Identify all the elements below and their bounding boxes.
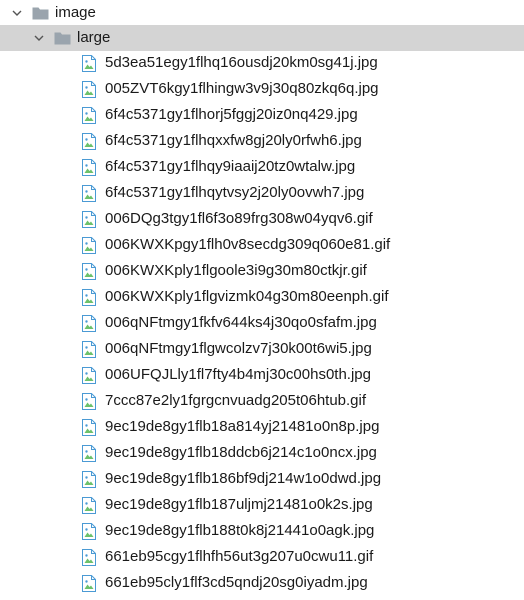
image-file-icon bbox=[82, 340, 96, 358]
file-name: 006qNFtmgy1fkfv644ks4j30qo0sfafm.jpg bbox=[105, 314, 377, 331]
image-file-icon bbox=[82, 522, 96, 540]
image-file-icon bbox=[82, 392, 96, 410]
folder-label: large bbox=[77, 29, 111, 46]
file-name: 5d3ea51egy1flhq16ousdj20km0sg41j.jpg bbox=[105, 54, 378, 71]
image-file-icon bbox=[82, 236, 96, 254]
tree-file-item[interactable]: 006UFQJLly1fl7fty4b4mj30c00hs0th.jpg bbox=[0, 362, 524, 388]
tree-file-item[interactable]: 9ec19de8gy1flb187uljmj21481o0k2s.jpg bbox=[0, 492, 524, 518]
tree-file-item[interactable]: 9ec19de8gy1flb18ddcb6j214c1o0ncx.jpg bbox=[0, 440, 524, 466]
image-file-icon bbox=[82, 158, 96, 176]
image-file-icon bbox=[82, 184, 96, 202]
tree-folder-large[interactable]: large bbox=[0, 25, 524, 51]
file-name: 6f4c5371gy1flhqytvsy2j20ly0ovwh7.jpg bbox=[105, 184, 365, 201]
tree-file-item[interactable]: 661eb95cgy1flhfh56ut3g207u0cwu11.gif bbox=[0, 544, 524, 570]
file-name: 661eb95cgy1flhfh56ut3g207u0cwu11.gif bbox=[105, 548, 374, 565]
tree-file-item[interactable]: 006qNFtmgy1flgwcolzv7j30k00t6wi5.jpg bbox=[0, 336, 524, 362]
image-file-icon bbox=[82, 210, 96, 228]
file-name: 006KWXKply1flgvizmk04g30m80eenph.gif bbox=[105, 288, 389, 305]
image-file-icon bbox=[82, 496, 96, 514]
file-name: 006DQg3tgy1fl6f3o89frg308w04yqv6.gif bbox=[105, 210, 373, 227]
file-name: 9ec19de8gy1flb187uljmj21481o0k2s.jpg bbox=[105, 496, 373, 513]
file-name: 006KWXKply1flgoole3i9g30m80ctkjr.gif bbox=[105, 262, 367, 279]
image-file-icon bbox=[82, 314, 96, 332]
tree-file-item[interactable]: 661eb95cly1flf3cd5qndj20sg0iyadm.jpg bbox=[0, 570, 524, 596]
tree-file-item[interactable]: 6f4c5371gy1flhorj5fggj20iz0nq429.jpg bbox=[0, 102, 524, 128]
file-name: 6f4c5371gy1flhqy9iaaij20tz0wtalw.jpg bbox=[105, 158, 356, 175]
file-name: 7ccc87e2ly1fgrgcnvuadg205t06htub.gif bbox=[105, 392, 367, 409]
file-name: 9ec19de8gy1flb186bf9dj214w1o0dwd.jpg bbox=[105, 470, 382, 487]
image-file-icon bbox=[82, 262, 96, 280]
tree-file-item[interactable]: 6f4c5371gy1flhqy9iaaij20tz0wtalw.jpg bbox=[0, 154, 524, 180]
tree-file-item[interactable]: 6f4c5371gy1flhqxxfw8gj20ly0rfwh6.jpg bbox=[0, 128, 524, 154]
file-name: 006qNFtmgy1flgwcolzv7j30k00t6wi5.jpg bbox=[105, 340, 372, 357]
file-name: 9ec19de8gy1flb188t0k8j21441o0agk.jpg bbox=[105, 522, 375, 539]
tree-file-item[interactable]: 5d3ea51egy1flhq16ousdj20km0sg41j.jpg bbox=[0, 50, 524, 76]
image-file-icon bbox=[82, 80, 96, 98]
image-file-icon bbox=[82, 366, 96, 384]
file-name: 005ZVT6kgy1flhingw3v9j30q80zkq6q.jpg bbox=[105, 80, 379, 97]
file-name: 9ec19de8gy1flb18a814yj21481o0n8p.jpg bbox=[105, 418, 380, 435]
tree-file-item[interactable]: 005ZVT6kgy1flhingw3v9j30q80zkq6q.jpg bbox=[0, 76, 524, 102]
tree-file-item[interactable]: 9ec19de8gy1flb188t0k8j21441o0agk.jpg bbox=[0, 518, 524, 544]
tree-file-item[interactable]: 006qNFtmgy1fkfv644ks4j30qo0sfafm.jpg bbox=[0, 310, 524, 336]
image-file-icon bbox=[82, 418, 96, 436]
folder-label: image bbox=[55, 4, 96, 21]
chevron-down-icon[interactable] bbox=[10, 6, 24, 20]
image-file-icon bbox=[82, 54, 96, 72]
file-name: 006UFQJLly1fl7fty4b4mj30c00hs0th.jpg bbox=[105, 366, 371, 383]
image-file-icon bbox=[82, 288, 96, 306]
image-file-icon bbox=[82, 574, 96, 592]
tree-file-item[interactable]: 6f4c5371gy1flhqytvsy2j20ly0ovwh7.jpg bbox=[0, 180, 524, 206]
folder-icon bbox=[46, 31, 71, 45]
tree-file-item[interactable]: 006KWXKply1flgvizmk04g30m80eenph.gif bbox=[0, 284, 524, 310]
tree-file-item[interactable]: 006KWXKpgy1flh0v8secdg309q060e81.gif bbox=[0, 232, 524, 258]
image-file-icon bbox=[82, 470, 96, 488]
tree-file-item[interactable]: 006KWXKply1flgoole3i9g30m80ctkjr.gif bbox=[0, 258, 524, 284]
tree-file-item[interactable]: 9ec19de8gy1flb18a814yj21481o0n8p.jpg bbox=[0, 414, 524, 440]
folder-icon bbox=[24, 6, 49, 20]
file-name: 006KWXKpgy1flh0v8secdg309q060e81.gif bbox=[105, 236, 391, 253]
image-file-icon bbox=[82, 548, 96, 566]
image-file-icon bbox=[82, 132, 96, 150]
file-name: 9ec19de8gy1flb18ddcb6j214c1o0ncx.jpg bbox=[105, 444, 377, 461]
chevron-down-icon[interactable] bbox=[32, 31, 46, 45]
file-name: 6f4c5371gy1flhqxxfw8gj20ly0rfwh6.jpg bbox=[105, 132, 362, 149]
tree-file-item[interactable]: 006DQg3tgy1fl6f3o89frg308w04yqv6.gif bbox=[0, 206, 524, 232]
image-file-icon bbox=[82, 444, 96, 462]
file-name: 6f4c5371gy1flhorj5fggj20iz0nq429.jpg bbox=[105, 106, 358, 123]
project-file-tree: image large 5d3ea51egy1flhq16ousdj20km0s… bbox=[0, 0, 524, 600]
tree-file-item[interactable]: 7ccc87e2ly1fgrgcnvuadg205t06htub.gif bbox=[0, 388, 524, 414]
tree-file-item[interactable]: 9ec19de8gy1flb186bf9dj214w1o0dwd.jpg bbox=[0, 466, 524, 492]
image-file-icon bbox=[82, 106, 96, 124]
file-name: 661eb95cly1flf3cd5qndj20sg0iyadm.jpg bbox=[105, 574, 368, 591]
tree-folder-image[interactable]: image bbox=[0, 0, 524, 26]
